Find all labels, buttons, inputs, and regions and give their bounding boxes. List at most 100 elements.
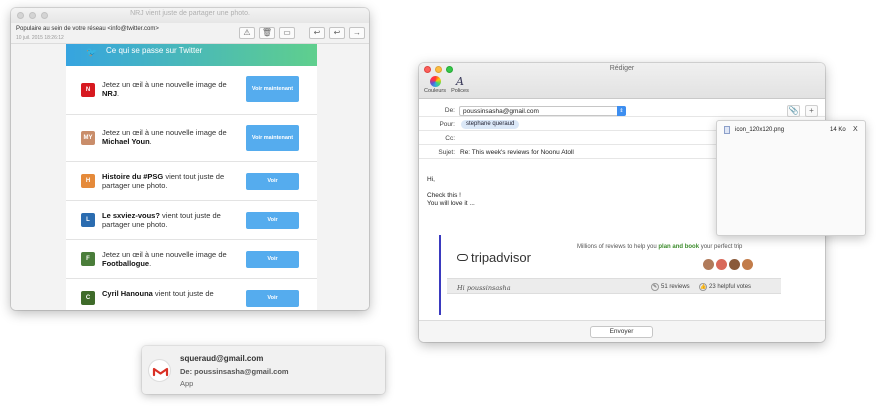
colors-button[interactable]: Couleurs [422,76,448,94]
nrj-avatar[interactable]: N [81,83,95,97]
twitter-banner: 🐦 Ce qui se passe sur Twitter [66,44,317,66]
review-icon: ✎ [651,283,659,291]
font-icon: A [456,75,464,88]
forward-button[interactable]: → [349,27,365,39]
body-line: You will love it ... [427,200,475,207]
quoted-tripadvisor-block: tripadvisor Millions of reviews to help … [439,235,789,315]
list-item: L Le sxviez-vous? vient tout juste de pa… [66,201,317,240]
reply-button[interactable]: ↩ [309,27,325,39]
warning-icon: ⚠ [243,28,251,37]
cyril-hanouna-avatar[interactable]: C [81,291,95,305]
gmail-logo-icon [148,359,171,382]
list-item: H Histoire du #PSG vient tout juste de p… [66,162,317,201]
sender: Populaire au sein de votre réseau <info@… [16,26,159,32]
fonts-button[interactable]: A Polices [447,76,473,94]
avatar [742,259,753,270]
delete-button[interactable]: 🗑 [259,27,275,39]
recipient-token[interactable]: stephane queraud [461,120,520,129]
send-button[interactable]: Envoyer [590,326,653,338]
from-row: De: poussinsasha@gmail.com ⇕ 📎 + [419,104,825,117]
from-select[interactable]: poussinsasha@gmail.com ⇕ [459,106,626,116]
to-label: Pour: [439,121,455,128]
view-now-button[interactable]: Voir maintenant [246,125,299,151]
reply-all-button[interactable]: ↩ [329,27,345,39]
add-header-button[interactable]: + [805,105,818,117]
list-item: MY Jetez un œil à une nouvelle image de … [66,115,317,162]
body-line [427,184,475,192]
reviews-count: ✎ 51 reviews [651,283,690,291]
from-value: poussinsasha@gmail.com [463,108,539,115]
item-text: Cyril Hanouna vient tout juste de [102,289,214,298]
chevron-updown-icon: ⇕ [617,106,626,116]
item-text: Jetez un œil à une nouvelle image de Foo… [102,250,227,268]
body-line: Hi, [427,176,435,183]
notification-title: squeraud@gmail.com [180,354,264,363]
trash-icon: 🗑 [261,28,273,37]
le-saviez-vous-avatar[interactable]: L [81,213,95,227]
body-line: Check this ! [427,192,461,199]
reply-all-icon: ↩ [333,28,341,37]
plus-icon: + [809,106,814,115]
thumbs-up-icon: 👍 [699,283,707,291]
attachment-row[interactable]: icon_120x120.png 14 Ko X [717,121,865,137]
folder-icon: ▭ [283,28,291,37]
compose-footer: Envoyer [419,320,825,342]
remove-attachment-button[interactable]: X [853,126,858,133]
item-text: Le sxviez-vous? vient tout juste de part… [102,211,221,229]
twitter-bird-icon: 🐦 [86,47,98,57]
avatar [703,259,714,270]
move-button[interactable]: ▭ [279,27,295,39]
colors-label: Couleurs [423,88,446,94]
message-date: 10 juil. 2015 18:26:12 [16,35,64,41]
message-body-editor[interactable]: Hi, Check this ! You will love it ... [427,176,475,208]
list-item: N Jetez un œil à une nouvelle image de N… [66,66,317,115]
paperclip-icon: 📎 [788,106,799,115]
reviewer-avatars [703,259,753,270]
item-text: Histoire du #PSG vient tout juste de par… [102,172,225,190]
image-file-icon [724,126,730,134]
twitter-banner-text: Ce qui se passe sur Twitter [106,46,203,55]
avatar [716,259,727,270]
attachment-name: icon_120x120.png [735,127,785,133]
message-header: Populaire au sein de votre réseau <info@… [11,23,369,44]
tripadvisor-stats-bar: Hi poussinsasha ✎ 51 reviews 👍 23 helpful … [447,278,781,294]
view-now-button[interactable]: Voir maintenant [246,76,299,102]
histoire-psg-avatar[interactable]: H [81,174,95,188]
footballogue-avatar[interactable]: F [81,252,95,266]
view-button[interactable]: Voir [246,290,299,307]
junk-button[interactable]: ⚠ [239,27,255,39]
twitter-card: N Jetez un œil à une nouvelle image de N… [66,66,317,310]
tripadvisor-tagline: Millions of reviews to help you plan and… [577,244,743,250]
attachment-popover: icon_120x120.png 14 Ko X [716,120,866,236]
subject-field[interactable]: Re: This week's reviews for Noonu Atoll [460,149,574,156]
compose-titlebar: Rédiger Couleurs A Polices [419,63,825,99]
view-button[interactable]: Voir [246,251,299,268]
notification-app: App [180,379,194,388]
helpful-votes: 👍 23 helpful votes [699,283,752,291]
view-button[interactable]: Voir [246,173,299,190]
mail-viewer-window: NRJ vient juste de partager une photo. P… [11,8,369,310]
mail-viewer-titlebar: NRJ vient juste de partager une photo. [11,8,369,23]
window-title: NRJ vient juste de partager une photo. [130,10,250,17]
list-item: F Jetez un œil à une nouvelle image de F… [66,240,317,279]
view-button[interactable]: Voir [246,212,299,229]
attachment-size: 14 Ko [830,127,846,133]
reply-icon: ↩ [313,28,321,37]
tripadvisor-wordmark: tripadvisor [471,250,531,265]
item-text: Jetez un œil à une nouvelle image de NRJ… [102,80,227,98]
forward-icon: → [353,28,361,37]
attach-button[interactable]: 📎 [787,105,800,117]
cc-label: Cc: [445,135,455,142]
list-item: C Cyril Hanouna vient tout juste de Voir [66,279,317,310]
owl-icon [457,254,468,261]
from-label: De: [444,107,455,114]
notification-banner[interactable]: squeraud@gmail.com De: poussinsasha@gmai… [142,346,385,394]
tripadvisor-logo: tripadvisor [457,250,531,265]
message-body: 🐦 Ce qui se passe sur Twitter N Jetez un… [11,44,369,310]
subject-label: Sujet: [438,149,455,156]
color-wheel-icon [429,76,441,87]
fonts-label: Polices [451,88,469,94]
avatar [729,259,740,270]
item-text: Jetez un œil à une nouvelle image de Mic… [102,128,227,146]
michael-youn-avatar[interactable]: MY [81,131,95,145]
